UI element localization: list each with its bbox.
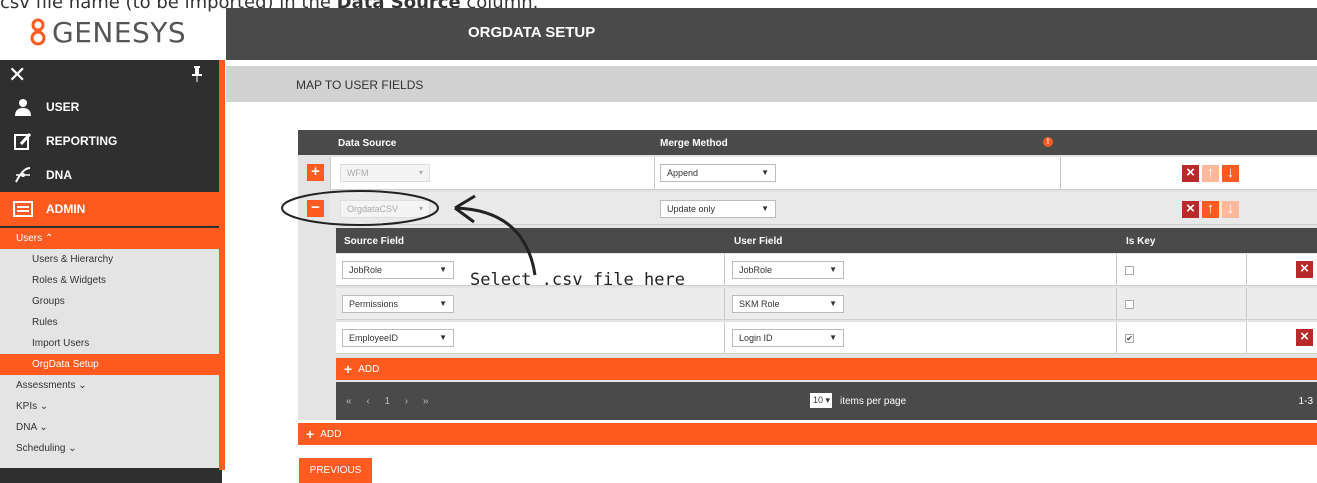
items-per-page-label: items per page — [840, 396, 907, 407]
merge-method-select[interactable]: Update only ▼ — [660, 200, 776, 218]
add-data-source-button[interactable]: + ADD — [298, 423, 1317, 445]
sidebar-item-user[interactable]: USER — [0, 90, 219, 124]
submenu-roles-widgets[interactable]: Roles & Widgets — [0, 270, 219, 291]
section-header: MAP TO USER FIELDS — [226, 66, 1317, 102]
pagination-bar: « ‹ 1 › » 10 ▾ items per page 1-3 — [336, 382, 1317, 420]
sidebar-item-reporting[interactable]: REPORTING — [0, 124, 219, 158]
submenu-scheduling[interactable]: Scheduling ⌄ — [0, 438, 219, 459]
source-field-select[interactable]: EmployeeID ▼ — [342, 329, 454, 347]
user-field-select[interactable]: SKM Role ▼ — [732, 295, 844, 313]
genesys-logo: GENESYS — [28, 14, 186, 50]
grid-header: Data Source Merge Method ! — [298, 130, 1317, 155]
top-header: ORGDATA SETUP — [226, 8, 1317, 60]
delete-mapping-button[interactable]: × — [1296, 261, 1313, 278]
table-row: Permissions ▼ SKM Role ▼ — [336, 288, 1317, 320]
genesys-logo-icon — [30, 18, 46, 46]
table-row: EmployeeID ▼ Login ID ▼ ✔ × — [336, 322, 1317, 354]
is-key-checkbox[interactable] — [1125, 300, 1134, 309]
sidebar-accent — [219, 60, 225, 470]
move-down-button[interactable]: ↓ — [1222, 201, 1239, 218]
sidebar-item-label: DNA — [46, 168, 72, 182]
admin-icon — [6, 201, 40, 217]
submenu-import-users[interactable]: Import Users — [0, 333, 219, 354]
submenu-users-hierarchy[interactable]: Users & Hierarchy — [0, 249, 219, 270]
merge-method-select[interactable]: Append ▼ — [660, 164, 776, 182]
reporting-icon — [6, 132, 40, 150]
logo-text: GENESYS — [52, 15, 187, 49]
column-header-is-key: Is Key — [1126, 236, 1156, 247]
add-mapping-button[interactable]: + ADD — [336, 358, 1317, 380]
submenu-dna[interactable]: DNA ⌄ — [0, 417, 219, 438]
page-title: ORGDATA SETUP — [468, 24, 596, 41]
submenu-rules[interactable]: Rules — [0, 312, 219, 333]
sidebar-item-label: REPORTING — [46, 134, 118, 148]
move-up-button[interactable]: ↑ — [1202, 201, 1219, 218]
move-down-button[interactable]: ↓ — [1222, 165, 1239, 182]
page-size-select[interactable]: 10 ▾ — [810, 393, 832, 408]
previous-button[interactable]: PREVIOUS — [299, 458, 372, 483]
sidebar-item-dna[interactable]: DNA — [0, 158, 219, 192]
source-field-select[interactable]: Permissions ▼ — [342, 295, 454, 313]
close-icon[interactable]: ✕ — [8, 64, 26, 86]
submenu-users-toggle[interactable]: Users ⌃ — [0, 228, 219, 249]
section-title: MAP TO USER FIELDS — [296, 78, 424, 92]
delete-row-button[interactable]: × — [1182, 201, 1199, 218]
pin-icon[interactable] — [192, 66, 202, 82]
move-up-button[interactable]: ↑ — [1202, 165, 1219, 182]
sidebar-item-label: USER — [46, 100, 80, 114]
user-field-select[interactable]: Login ID ▼ — [732, 329, 844, 347]
info-icon[interactable]: ! — [1043, 137, 1053, 147]
items-range: 1-3 — [1298, 396, 1313, 407]
user-field-select[interactable]: JobRole ▼ — [732, 261, 844, 279]
annotation-arrow — [281, 190, 537, 276]
sidebar-item-label: ADMIN — [46, 202, 86, 216]
column-header-data-source: Data Source — [338, 138, 397, 149]
delete-mapping-button[interactable]: × — [1296, 329, 1313, 346]
submenu-orgdata-setup[interactable]: OrgData Setup — [0, 354, 219, 375]
submenu-kpis[interactable]: KPIs ⌄ — [0, 396, 219, 417]
submenu-groups[interactable]: Groups — [0, 291, 219, 312]
pagination-nav[interactable]: « ‹ 1 › » — [346, 396, 434, 407]
is-key-checkbox[interactable]: ✔ — [1125, 334, 1134, 343]
user-icon — [6, 98, 40, 116]
column-header-merge-method: Merge Method — [660, 138, 728, 149]
dna-icon — [6, 166, 40, 184]
delete-row-button[interactable]: × — [1182, 165, 1199, 182]
submenu-assessments[interactable]: Assessments ⌄ — [0, 375, 219, 396]
column-header-user-field: User Field — [734, 236, 783, 247]
is-key-checkbox[interactable] — [1125, 266, 1134, 275]
annotation-text: Select .csv file here — [470, 270, 685, 290]
admin-submenu: Users ⌃ Users & Hierarchy Roles & Widget… — [0, 228, 219, 468]
sidebar-item-admin[interactable]: ADMIN — [0, 192, 219, 226]
